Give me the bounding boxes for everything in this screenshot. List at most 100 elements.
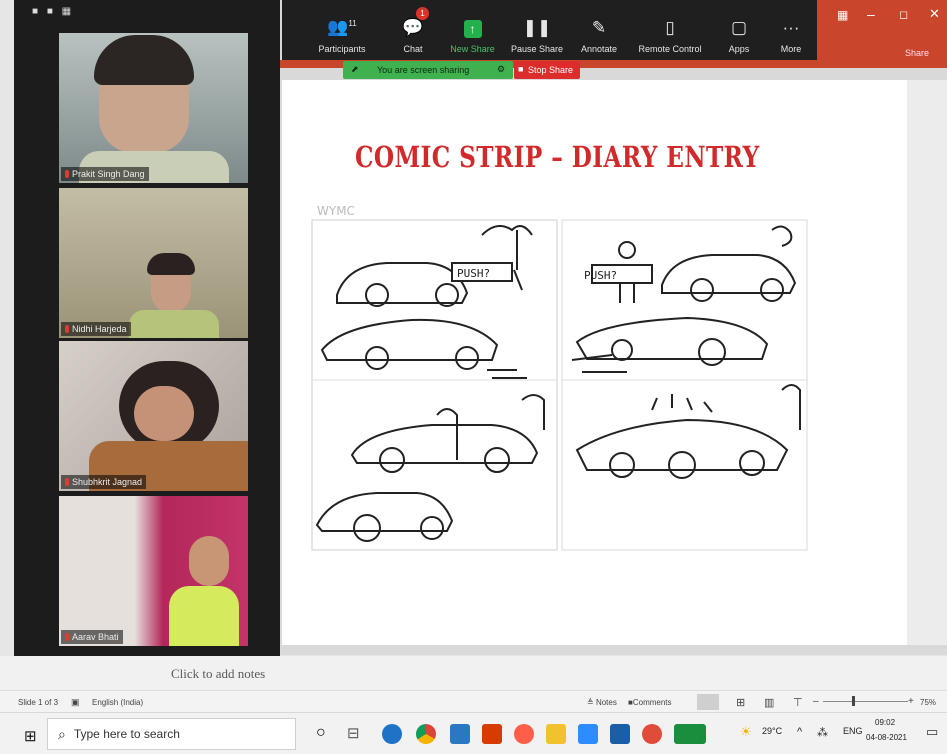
clock-time[interactable]: 09:02	[875, 718, 895, 727]
zoom-slider[interactable]	[823, 701, 908, 702]
video-tile[interactable]: Prakit Singh Dang	[59, 33, 248, 183]
minimize-icon[interactable]: –	[867, 6, 875, 22]
toolbar-label: More	[780, 44, 802, 54]
toolbar-label: Chat	[403, 44, 423, 54]
stop-icon: ■	[518, 64, 524, 74]
language-tray[interactable]: ENG	[843, 726, 863, 736]
notes-button[interactable]: ≜ Notes	[587, 698, 617, 707]
status-bar: Slide 1 of 3 ▣ English (India) ≜ Notes ■…	[0, 690, 947, 713]
firefox-icon[interactable]	[514, 724, 534, 744]
chat-icon: 💬	[402, 18, 424, 37]
slide[interactable]: PUSH? PUSH? WYMC COMIC STRIP – DIARY ENT…	[282, 80, 907, 645]
toolbar-label: Participants	[318, 44, 366, 54]
taskbar-search[interactable]: ⌕ Type here to search	[47, 718, 296, 750]
cortana-icon[interactable]: ○	[316, 724, 326, 742]
notes-placeholder[interactable]: Click to add notes	[171, 666, 265, 682]
participants-icon: 👥11	[327, 18, 357, 37]
edge-icon[interactable]	[382, 724, 402, 744]
normal-view-icon[interactable]	[697, 694, 719, 710]
window-controls-icon[interactable]: ■ ■ ▦	[32, 6, 74, 17]
view-icon[interactable]: ▦	[837, 8, 848, 22]
file-explorer-icon[interactable]	[546, 724, 566, 744]
task-view-icon[interactable]: ⊟	[347, 724, 360, 742]
zoom-slider-thumb[interactable]	[852, 696, 855, 706]
search-placeholder: Type here to search	[73, 727, 180, 741]
chat-button[interactable]: 💬 1 Chat	[388, 0, 438, 60]
muted-mic-icon	[65, 325, 69, 333]
svg-text:PUSH?: PUSH?	[584, 269, 617, 282]
pause-share-button[interactable]: ❚❚ Pause Share	[508, 0, 566, 60]
network-icon[interactable]: ⁂	[817, 726, 828, 739]
annotate-icon: ✎	[591, 18, 607, 37]
word-icon[interactable]	[450, 724, 470, 744]
svg-text:WYMC: WYMC	[317, 204, 355, 218]
store-icon[interactable]	[610, 724, 630, 744]
chat-badge: 1	[416, 7, 429, 20]
apps-icon: ▢	[730, 18, 748, 37]
close-icon[interactable]: ✕	[929, 6, 940, 22]
notes-pane[interactable]	[0, 656, 947, 690]
participants-panel: ■ ■ ▦ Prakit Singh Dang Nidhi Harjeda Sh…	[14, 0, 280, 656]
excel-icon[interactable]	[674, 724, 706, 744]
more-button[interactable]: ··· More	[772, 0, 810, 60]
toolbar-label: Apps	[728, 44, 750, 54]
app-icon[interactable]	[642, 724, 662, 744]
comments-button[interactable]: ■Comments	[628, 698, 672, 707]
comic-signature: WYMC	[317, 204, 355, 218]
spellcheck-icon[interactable]: ▣	[71, 697, 80, 708]
reading-view-icon[interactable]: ▥	[764, 696, 774, 709]
vertical-scrollbar[interactable]	[906, 80, 947, 645]
video-tile[interactable]: Nidhi Harjeda	[59, 188, 248, 338]
chrome-icon[interactable]	[416, 724, 436, 744]
toolbar-label: New Share	[450, 44, 495, 54]
notifications-icon[interactable]: ▭	[926, 724, 938, 740]
zoom-out-icon[interactable]: –	[813, 696, 819, 707]
tray-chevron-icon[interactable]: ^	[797, 726, 802, 738]
video-tile[interactable]: Aarav Bhati	[59, 496, 248, 646]
participants-button[interactable]: 👥11 Participants	[312, 0, 372, 60]
participant-name: Nidhi Harjeda	[61, 322, 131, 336]
search-icon: ⌕	[58, 725, 66, 742]
video-tile[interactable]: Shubhkrit Jagnad	[59, 341, 248, 491]
annotate-button[interactable]: ✎ Annotate	[572, 0, 626, 60]
clock-date[interactable]: 04-08-2021	[866, 733, 907, 742]
sharing-status-text: You are screen sharing	[377, 65, 470, 75]
powerpoint-icon[interactable]	[482, 724, 502, 744]
toolbar-label: Remote Control	[638, 44, 702, 54]
slide-counter: Slide 1 of 3	[18, 698, 59, 707]
participant-name: Prakit Singh Dang	[61, 167, 149, 181]
zoom-app-icon[interactable]	[578, 724, 598, 744]
sharing-menu-icon[interactable]: ⚙	[497, 64, 505, 75]
more-icon: ···	[782, 18, 800, 37]
notes-label: Notes	[595, 698, 617, 707]
remote-control-icon: ▯	[665, 18, 675, 37]
screen-sharing-banner: ⬈ You are screen sharing ⚙	[343, 61, 513, 79]
participant-name: Shubhkrit Jagnad	[61, 475, 147, 489]
zoom-level[interactable]: 75%	[920, 698, 936, 707]
share-corner-label[interactable]: Share	[905, 48, 929, 58]
toolbar-label: Pause Share	[510, 44, 564, 54]
weather-icon[interactable]: ☀	[740, 724, 752, 740]
temperature[interactable]: 29°C	[762, 726, 782, 736]
share-icon: ↑	[463, 20, 482, 38]
stop-share-label: Stop Share	[528, 65, 574, 75]
language-indicator[interactable]: English (India)	[92, 698, 143, 707]
stop-share-button[interactable]: ■ Stop Share	[514, 61, 580, 79]
maximize-icon[interactable]: ◻	[899, 8, 908, 21]
comments-label: Comments	[632, 698, 672, 707]
apps-button[interactable]: ▢ Apps	[720, 0, 758, 60]
remote-control-button[interactable]: ▯ Remote Control	[634, 0, 706, 60]
push-sign: PUSH?	[457, 267, 490, 280]
slide-sorter-icon[interactable]: ⊞	[736, 696, 745, 709]
slideshow-icon[interactable]: ⊤	[793, 696, 803, 709]
new-share-button[interactable]: ↑ New Share	[445, 0, 500, 60]
slide-title: COMIC STRIP – DIARY ENTRY	[355, 140, 760, 174]
meeting-toolbar: 👥11 Participants 💬 1 Chat ↑ New Share ❚❚…	[282, 0, 817, 60]
svg-text:PUSH?: PUSH?	[457, 267, 490, 280]
muted-mic-icon	[65, 478, 69, 486]
participant-name: Aarav Bhati	[61, 630, 123, 644]
muted-mic-icon	[65, 633, 69, 641]
zoom-in-icon[interactable]: +	[908, 696, 914, 707]
window-controls: ▦ – ◻ ✕ Share	[817, 0, 947, 60]
windows-start-icon[interactable]: ⊞	[24, 727, 37, 745]
